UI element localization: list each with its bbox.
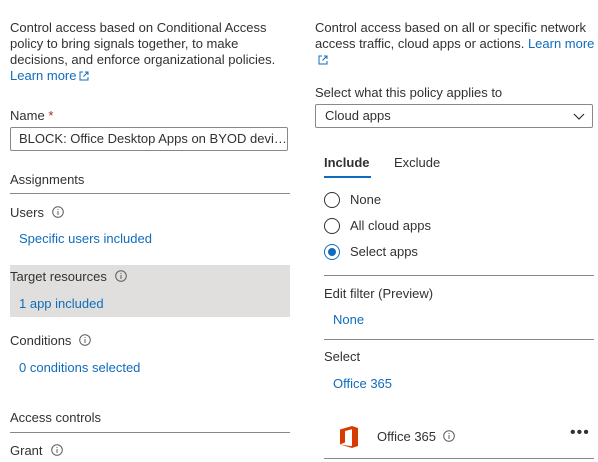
target-description: Control access based on all or specific … — [315, 20, 595, 68]
tab-selected-indicator — [324, 176, 371, 178]
external-link-icon — [79, 71, 89, 81]
edit-filter-label: Edit filter (Preview) — [324, 286, 434, 301]
required-marker: * — [48, 108, 54, 123]
access-controls-heading: Access controls — [10, 410, 102, 425]
conditions-label: Conditions — [10, 333, 92, 348]
info-icon[interactable] — [115, 270, 127, 282]
info-icon[interactable] — [50, 444, 63, 456]
radio-button[interactable] — [324, 218, 340, 234]
grant-label: Grant — [10, 443, 63, 458]
dropdown-value: Cloud apps — [325, 108, 391, 123]
divider — [324, 275, 594, 276]
assignments-heading: Assignments — [10, 172, 85, 187]
policy-description: Control access based on Conditional Acce… — [10, 20, 276, 83]
divider — [324, 339, 594, 340]
users-label: Users — [10, 205, 64, 220]
office-logo-icon — [340, 426, 358, 448]
conditions-link[interactable]: 0 conditions selected — [19, 360, 140, 375]
divider — [324, 458, 594, 459]
selected-app-row: Office 365 ••• — [324, 418, 598, 458]
target-resources-link[interactable]: 1 app included — [19, 296, 104, 311]
applies-to-label: Select what this policy applies to — [315, 85, 503, 100]
more-options-icon[interactable]: ••• — [570, 424, 590, 442]
external-link-icon — [318, 55, 328, 65]
select-apps-link[interactable]: Office 365 — [333, 376, 392, 391]
tab-include[interactable]: Include — [324, 155, 370, 170]
info-icon[interactable] — [52, 206, 64, 218]
target-resources-label: Target resources — [10, 269, 127, 284]
applies-to-dropdown[interactable]: Cloud apps — [315, 104, 593, 128]
name-label: Name * — [10, 108, 54, 123]
info-icon[interactable] — [79, 334, 92, 346]
chevron-down-icon — [573, 113, 585, 120]
users-selection-link[interactable]: Specific users included — [19, 231, 152, 246]
select-label: Select — [324, 349, 361, 364]
tab-exclude[interactable]: Exclude — [394, 155, 440, 170]
edit-filter-link[interactable]: None — [333, 312, 364, 327]
policy-name-input[interactable]: BLOCK: Office Desktop Apps on BYOD devic… — [10, 127, 288, 151]
app-name: Office 365 — [377, 429, 437, 444]
divider — [10, 432, 290, 433]
radio-button-selected[interactable] — [324, 244, 340, 260]
divider — [10, 193, 290, 194]
radio-button[interactable] — [324, 192, 340, 208]
info-icon[interactable] — [443, 430, 455, 442]
learn-more-link[interactable]: Learn more — [10, 68, 89, 83]
